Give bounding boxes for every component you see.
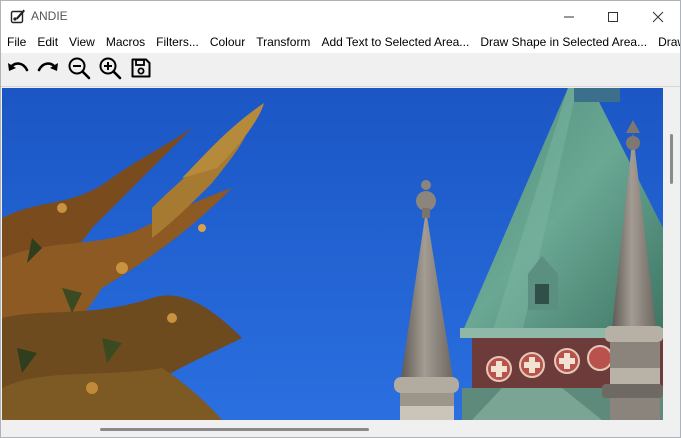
menu-macros[interactable]: Macros [100, 32, 150, 53]
app-paint-icon [10, 8, 26, 24]
window-title: ANDIE [31, 9, 68, 23]
minimize-button[interactable] [546, 1, 592, 32]
save-icon [130, 57, 152, 84]
scrollbar-corner [663, 420, 680, 437]
vertical-scrollbar[interactable] [663, 88, 680, 420]
menu-draw-shape[interactable]: Draw Shape in Selected Area... [474, 32, 652, 53]
zoom-out-icon [67, 56, 91, 85]
andie-window: ANDIE File Edit View Macros Filters... C… [0, 0, 681, 438]
maximize-icon [607, 11, 619, 23]
menu-add-text[interactable]: Add Text to Selected Area... [315, 32, 474, 53]
image-canvas[interactable] [2, 88, 663, 420]
redo-button[interactable] [35, 58, 61, 82]
horizontal-scrollbar[interactable] [1, 420, 663, 437]
menu-edit[interactable]: Edit [31, 32, 63, 53]
toolbar [1, 53, 680, 87]
close-button[interactable] [635, 1, 680, 32]
vertical-scroll-thumb[interactable] [670, 134, 673, 184]
zoom-out-button[interactable] [66, 56, 92, 85]
undo-button[interactable] [5, 58, 31, 82]
menu-transform[interactable]: Transform [250, 32, 315, 53]
menu-bar: File Edit View Macros Filters... Colour … [1, 32, 680, 53]
horizontal-scroll-thumb[interactable] [100, 428, 369, 431]
menu-view[interactable]: View [63, 32, 100, 53]
menu-colour[interactable]: Colour [204, 32, 250, 53]
redo-icon [36, 58, 60, 83]
zoom-in-button[interactable] [97, 56, 123, 85]
church-spire-photo [2, 88, 663, 420]
title-bar: ANDIE [1, 1, 680, 32]
zoom-in-icon [98, 56, 122, 85]
minimize-icon [563, 11, 575, 23]
close-icon [652, 11, 664, 23]
menu-draw[interactable]: Draw [652, 32, 680, 53]
save-button[interactable] [128, 58, 154, 82]
maximize-button[interactable] [590, 1, 636, 32]
undo-icon [6, 58, 30, 83]
menu-file[interactable]: File [1, 32, 31, 53]
menu-filters[interactable]: Filters... [150, 32, 204, 53]
